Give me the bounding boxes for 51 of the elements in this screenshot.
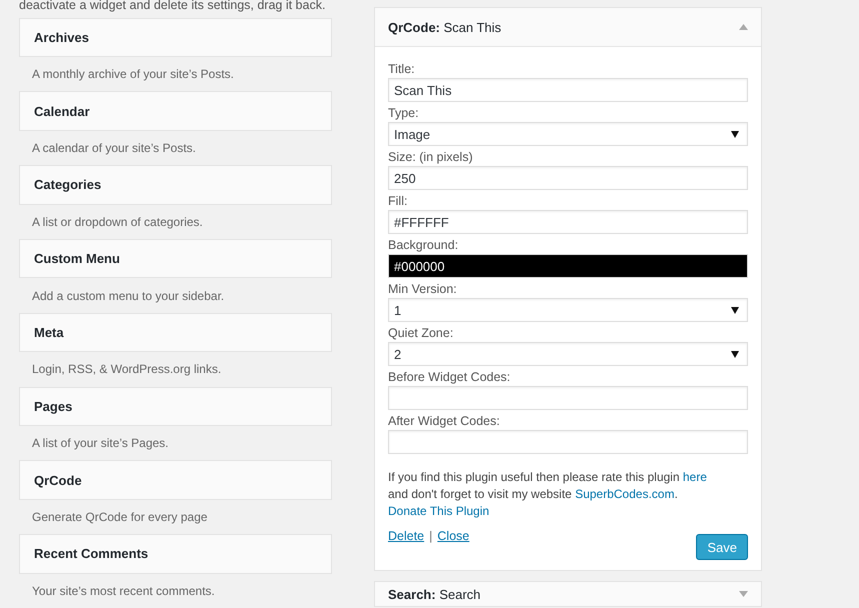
caret-icon	[731, 306, 739, 314]
input-field[interactable]: Scan This	[388, 78, 748, 102]
widget-card[interactable]: QrCode	[19, 460, 332, 500]
widget-description: Login, RSS, & WordPress.org links.	[31, 361, 222, 378]
field-label: Size: (in pixels)	[388, 150, 474, 165]
collapse-arrow-icon[interactable]	[739, 24, 748, 30]
widget-description: Generate QrCode for every page	[31, 509, 208, 526]
expand-arrow-icon[interactable]	[739, 591, 748, 597]
field-label: After Widget Codes:	[388, 414, 501, 429]
input-field[interactable]	[388, 386, 748, 410]
widget-description: Add a custom menu to your sidebar.	[31, 288, 226, 305]
widget-description: A monthly archive of your site’s Posts.	[31, 66, 235, 84]
select-field[interactable]: Image	[388, 122, 748, 146]
link[interactable]: SuperbCodes.com	[575, 487, 674, 501]
widget-description: A list or dropdown of categories.	[31, 214, 204, 231]
plugin-note: If you find this plugin useful then please rate this plugin here and don't forget to visit my website SuperbCodes.com.	[388, 469, 708, 503]
close-link[interactable]: Close	[437, 529, 470, 543]
field-label: Quiet Zone:	[388, 326, 454, 341]
field-label: Title:	[388, 62, 416, 77]
input-field[interactable]: #000000	[388, 254, 748, 278]
widget-title: Search: Search	[388, 586, 481, 602]
widget-card[interactable]: Custom Menu	[19, 239, 332, 278]
field-label: Min Version:	[388, 282, 458, 297]
link[interactable]: here	[682, 470, 707, 484]
widget-card[interactable]: Calendar	[19, 91, 332, 131]
caret-icon	[731, 130, 739, 138]
field-label: Background:	[388, 238, 460, 253]
widget-card[interactable]: Archives	[19, 18, 332, 58]
field-label: Before Widget Codes:	[388, 370, 512, 385]
widget-description: A list of your site’s Pages.	[31, 435, 170, 452]
input-field[interactable]: #FFFFFF	[388, 210, 748, 234]
field-label: Fill:	[388, 194, 408, 209]
widget-card[interactable]: Recent Comments	[19, 534, 332, 574]
widget-header[interactable]: QrCode: Scan This	[375, 8, 761, 47]
input-field[interactable]	[388, 430, 748, 454]
widget-header[interactable]: Search: Search	[374, 581, 762, 607]
widget-card[interactable]: Categories	[19, 165, 332, 205]
widget-title: QrCode: Scan This	[388, 20, 502, 34]
caret-icon	[731, 350, 739, 358]
separator: |	[429, 529, 432, 543]
select-field[interactable]: 2	[388, 342, 748, 366]
widget-card[interactable]: Meta	[19, 312, 332, 352]
field-label: Type:	[388, 106, 420, 121]
widget-description: Your site’s most recent comments.	[31, 582, 216, 600]
select-field[interactable]: 1	[388, 298, 748, 322]
instructions-text: deactivate a widget and delete its settings, drag it back.	[19, 0, 326, 14]
delete-link[interactable]: Delete	[388, 529, 424, 543]
input-field[interactable]: 250	[388, 166, 748, 190]
widget-card[interactable]: Pages	[19, 386, 332, 426]
widget-description: A calendar of your site’s Posts.	[31, 140, 197, 158]
donate-link[interactable]: Donate This Plugin	[388, 503, 490, 520]
